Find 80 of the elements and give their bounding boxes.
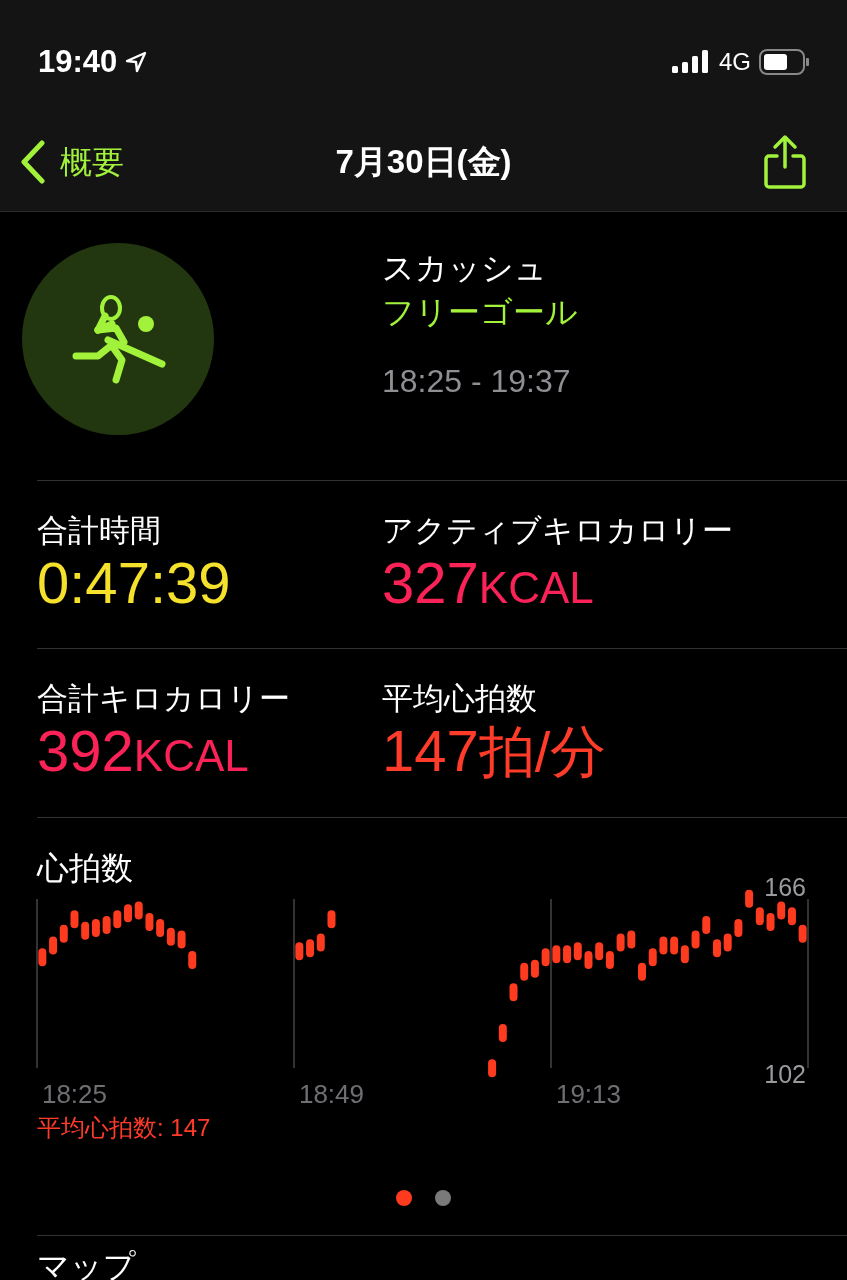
section-title: マップ [37, 1247, 137, 1280]
back-button[interactable]: 概要 [20, 137, 124, 186]
heart-rate-bar [124, 904, 132, 923]
heart-rate-bar [134, 901, 143, 920]
heart-rate-bar [616, 933, 625, 952]
heart-rate-bar [49, 936, 58, 955]
heart-rate-bar [563, 945, 572, 964]
heart-rate-bar [648, 948, 657, 967]
heart-rate-bar [680, 945, 689, 964]
heart-rate-bar [584, 951, 593, 970]
heart-rate-bar [113, 910, 122, 929]
axis-label: 166 [764, 878, 806, 901]
heart-rate-bar [327, 910, 336, 929]
share-icon[interactable] [763, 133, 807, 190]
metric-value: 392 [37, 719, 134, 783]
heart-rate-bar [145, 913, 154, 932]
metric-label: 合計時間 [37, 512, 162, 550]
metric-label: 平均心拍数 [382, 680, 538, 718]
heart-rate-bar [488, 1059, 497, 1078]
metric-value: 327 [382, 551, 479, 615]
heart-rate-bar [734, 918, 743, 937]
heart-rate-bar [745, 889, 754, 908]
heart-rate-bar [498, 1024, 507, 1043]
section-title: 心拍数 [37, 849, 134, 886]
metric-label: 合計キロカロリー [37, 680, 291, 718]
heart-rate-bar [177, 930, 186, 949]
heart-rate-bar [627, 930, 636, 949]
workout-name: スカッシュ [382, 249, 548, 288]
nav-title: 7月30日(金) [335, 141, 512, 182]
metric-label: アクティブキロカロリー [382, 512, 734, 550]
battery-icon [759, 49, 809, 75]
workout-time-range: 18:25 - 19:37 [382, 362, 572, 401]
heart-rate-bar [723, 933, 732, 952]
heart-rate-bar [316, 933, 325, 952]
heart-rate-bar [755, 907, 764, 926]
heart-rate-bar [520, 962, 529, 981]
heart-rate-bar [670, 936, 679, 955]
heart-rate-bar [102, 916, 111, 934]
heart-rate-bar [541, 948, 550, 967]
metric-unit: 拍/分 [478, 720, 607, 784]
heart-rate-bar [595, 942, 604, 961]
heart-rate-bar [530, 959, 539, 978]
metric-value: 147 [382, 719, 479, 783]
heart-rate-bar [702, 916, 711, 934]
heart-rate-bar [70, 910, 79, 929]
heart-rate-bar [659, 936, 668, 955]
network-label: 4G [719, 47, 751, 77]
heart-rate-bar [691, 930, 700, 949]
heart-rate-bar [552, 945, 561, 964]
axis-label: 102 [764, 1060, 806, 1088]
average-heart-rate: 平均心拍数: 147 [37, 1113, 212, 1143]
heart-rate-bar [766, 913, 775, 932]
signal-icon [671, 50, 711, 74]
heart-rate-bar [59, 924, 68, 943]
location-arrow-icon [125, 51, 148, 73]
metric-unit: KCAL [478, 562, 594, 614]
heart-rate-bar [306, 939, 315, 958]
heart-rate-bar [787, 907, 796, 926]
heart-rate-bar [798, 924, 807, 943]
heart-rate-bar [38, 948, 47, 967]
chevron-left-icon [20, 139, 46, 184]
axis-label: 19:13 [555, 1079, 621, 1109]
heart-rate-bar [777, 901, 786, 920]
heart-rate-bar [166, 927, 175, 946]
workout-goal: フリーゴール [382, 293, 578, 332]
heart-rate-bar [638, 962, 646, 981]
heart-rate-bar [509, 983, 518, 1002]
axis-label: 18:49 [298, 1079, 364, 1109]
heart-rate-bar [91, 918, 100, 937]
heart-rate-bar [605, 951, 614, 970]
metric-unit: KCAL [133, 730, 249, 782]
heart-rate-bar [188, 951, 197, 970]
metric-value: 0:47:39 [37, 551, 231, 615]
clock: 19:40 [38, 42, 118, 81]
heart-rate-bar [81, 921, 90, 940]
axis-label: 18:25 [41, 1079, 107, 1109]
heart-rate-bar [295, 942, 304, 961]
heart-rate-bar [156, 918, 165, 937]
heart-rate-bar [713, 939, 721, 958]
heart-rate-bar [573, 942, 582, 961]
